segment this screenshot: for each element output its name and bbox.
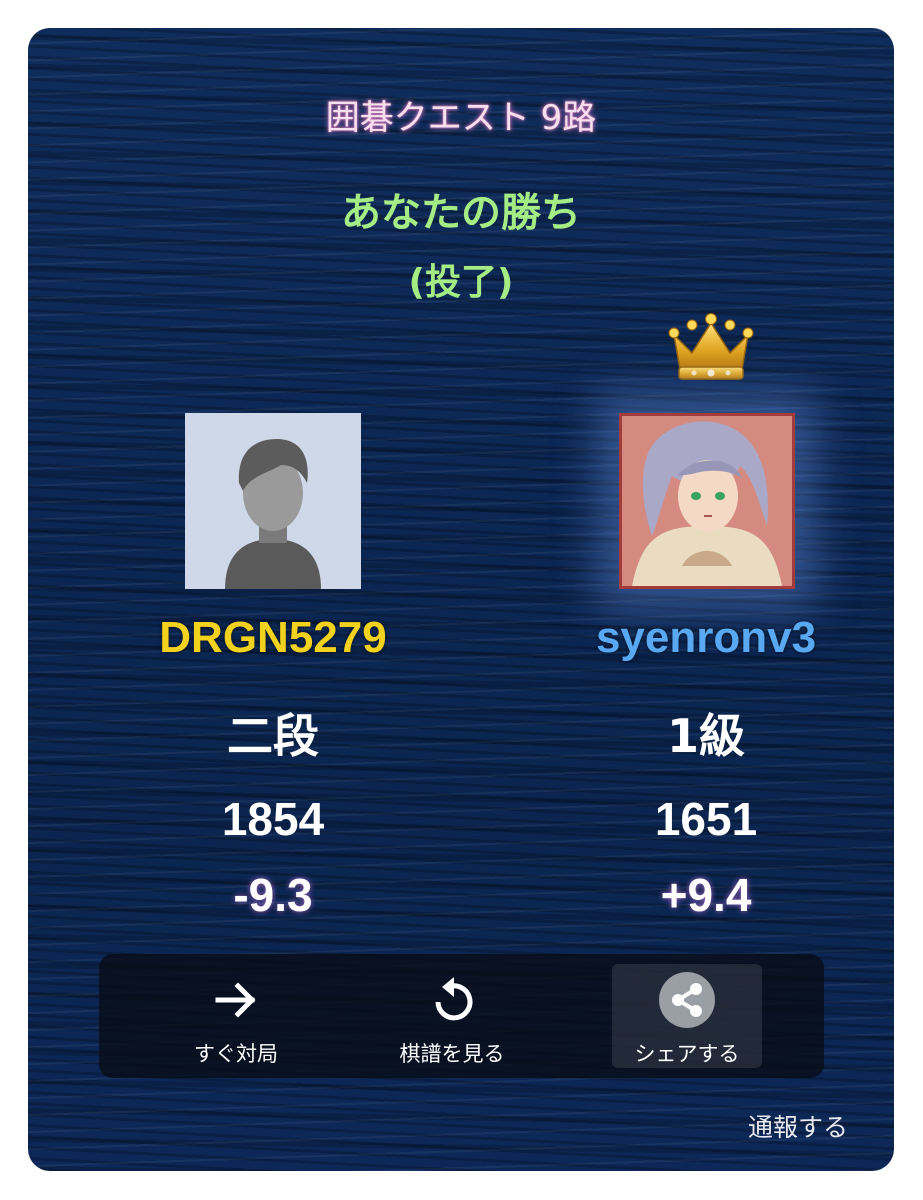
anime-character-avatar[interactable]: [619, 413, 795, 589]
player-name: DRGN5279: [159, 613, 387, 662]
arrow-right-icon: [215, 982, 256, 1018]
user-silhouette-icon: [185, 413, 361, 589]
rating-change: +9.4: [660, 869, 752, 921]
result-reason: (投了): [408, 262, 514, 303]
result-text: あなたの勝ち: [341, 190, 581, 236]
play-again-button[interactable]: すぐ対局: [161, 964, 311, 1068]
player-rank: 二段: [227, 709, 319, 763]
character-portrait-icon: [622, 416, 792, 586]
result-panel: 囲碁クエスト 9路 あなたの勝ち (投了) DRGN5279 二段 1854 -…: [28, 28, 894, 1171]
report-link[interactable]: 通報する: [748, 1108, 848, 1144]
page-title: 囲碁クエスト 9路: [325, 98, 597, 138]
rating-change: -9.3: [233, 869, 313, 921]
action-label: 棋譜を見る: [399, 1042, 505, 1066]
player-name: syenronv3: [595, 613, 817, 662]
player-rating: 1854: [221, 793, 325, 845]
share-button[interactable]: シェアする: [612, 964, 762, 1068]
action-label: シェアする: [634, 1042, 740, 1066]
view-record-button[interactable]: 棋譜を見る: [377, 964, 527, 1068]
replay-icon: [435, 977, 473, 1021]
action-label: すぐ対局: [194, 1042, 278, 1066]
share-icon: [659, 972, 715, 1028]
player-rating: 1651: [654, 793, 758, 845]
default-user-avatar[interactable]: [185, 413, 361, 589]
action-bar: すぐ対局 棋譜を見る シェアする: [99, 954, 824, 1078]
crown-icon: [668, 313, 754, 380]
player-rank: 1級: [666, 709, 745, 763]
